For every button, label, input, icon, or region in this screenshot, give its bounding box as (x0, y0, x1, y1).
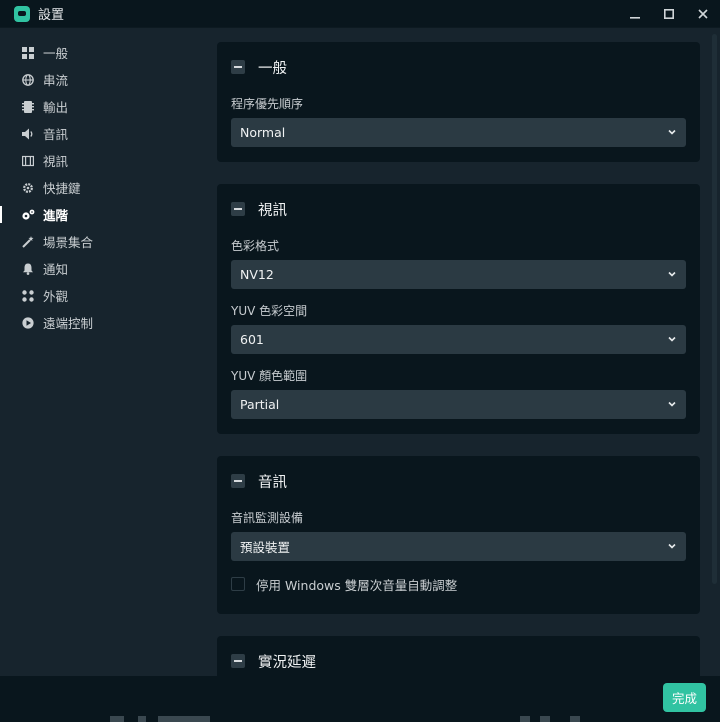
sidebar-item-label: 外觀 (43, 289, 69, 304)
chevron-down-icon (668, 271, 676, 277)
grid-icon (21, 46, 35, 60)
section-title: 音訊 (258, 474, 287, 491)
section-title: 一般 (258, 60, 287, 77)
sidebar-item-label: 一般 (43, 46, 69, 61)
select-value: 601 (240, 332, 264, 347)
section-header: 實況延遲 (217, 636, 700, 676)
window-title: 設置 (38, 8, 65, 23)
color-format-label: 色彩格式 (231, 239, 280, 253)
done-button[interactable]: 完成 (663, 683, 706, 712)
ducking-label: 停用 Windows 雙層次音量自動調整 (256, 577, 458, 593)
sidebar-item-label: 場景集合 (43, 235, 94, 250)
sidebar-item-remote-control[interactable]: 遠端控制 (0, 309, 200, 336)
sidebar-item-appearance[interactable]: 外觀 (0, 282, 200, 309)
globe-icon (21, 73, 35, 87)
select-value: NV12 (240, 267, 274, 282)
sidebar-item-notifications[interactable]: 通知 (0, 255, 200, 282)
maximize-button[interactable] (652, 0, 686, 28)
ducking-checkbox[interactable] (231, 577, 245, 591)
yuv-space-select[interactable]: 601 (231, 325, 686, 354)
background-window-strip (100, 716, 660, 722)
palette-icon (21, 289, 35, 303)
select-value: Partial (240, 397, 280, 412)
select-value: Normal (240, 125, 286, 140)
sidebar-item-scene-collections[interactable]: 場景集合 (0, 228, 200, 255)
output-icon (21, 100, 35, 114)
collapse-button[interactable] (231, 474, 245, 488)
sidebar-item-advanced[interactable]: 進階 (0, 201, 200, 228)
minimize-icon (630, 17, 640, 19)
yuv-range-select[interactable]: Partial (231, 390, 686, 419)
collapse-button[interactable] (231, 654, 245, 668)
film-icon (21, 154, 35, 168)
maximize-icon (664, 9, 674, 19)
chevron-down-icon (668, 336, 676, 342)
sidebar-item-label: 進階 (43, 208, 69, 223)
sidebar-item-hotkeys[interactable]: 快捷鍵 (0, 174, 200, 201)
scrollbar-thumb[interactable] (712, 34, 717, 584)
collapse-button[interactable] (231, 60, 245, 74)
sidebar-item-label: 遠端控制 (43, 316, 94, 331)
priority-select[interactable]: Normal (231, 118, 686, 147)
sidebar-item-general[interactable]: 一般 (0, 39, 200, 66)
monitor-device-select[interactable]: 預設裝置 (231, 532, 686, 561)
sidebar-item-label: 輸出 (43, 100, 69, 115)
cogs-icon (21, 208, 35, 222)
chevron-down-icon (668, 129, 676, 135)
title-bar: 設置 (0, 0, 720, 28)
monitor-device-label: 音訊監測設備 (231, 511, 304, 525)
section-header: 視訊 (217, 184, 700, 234)
ducking-option: 停用 Windows 雙層次音量自動調整 (217, 574, 700, 594)
section-header: 一般 (217, 42, 700, 92)
section-general: 一般 程序優先順序 Normal (217, 42, 700, 162)
scrollbar[interactable] (708, 28, 720, 676)
app-logo-icon (14, 5, 30, 22)
section-title: 視訊 (258, 202, 287, 219)
priority-label: 程序優先順序 (231, 97, 304, 111)
magic-wand-icon (21, 235, 35, 249)
section-header: 音訊 (217, 456, 700, 506)
bell-icon (21, 262, 35, 276)
sidebar-item-label: 通知 (43, 262, 69, 277)
select-value: 預設裝置 (240, 540, 291, 555)
close-button[interactable] (686, 0, 720, 28)
section-title: 實況延遲 (258, 654, 316, 671)
sidebar-item-label: 快捷鍵 (43, 181, 81, 196)
yuv-range-label: YUV 顏色範圍 (231, 369, 308, 383)
color-format-select[interactable]: NV12 (231, 260, 686, 289)
play-circle-icon (21, 316, 35, 330)
chevron-down-icon (668, 401, 676, 407)
sidebar-item-label: 視訊 (43, 154, 69, 169)
section-video: 視訊 色彩格式 NV12 YUV 色彩空間 601 YUV 顏色範圍 Parti… (217, 184, 700, 434)
minimize-button[interactable] (618, 0, 652, 28)
sidebar-item-output[interactable]: 輸出 (0, 93, 200, 120)
sidebar-item-label: 串流 (43, 73, 69, 88)
chevron-down-icon (668, 543, 676, 549)
speaker-icon (21, 127, 35, 141)
section-audio: 音訊 音訊監測設備 預設裝置 停用 Windows 雙層次音量自動調整 (217, 456, 700, 614)
sidebar-item-video[interactable]: 視訊 (0, 147, 200, 174)
collapse-button[interactable] (231, 202, 245, 216)
sidebar-item-stream[interactable]: 串流 (0, 66, 200, 93)
sidebar-item-audio[interactable]: 音訊 (0, 120, 200, 147)
gear-icon (21, 181, 35, 195)
yuv-space-label: YUV 色彩空間 (231, 304, 308, 318)
window-controls (618, 0, 720, 28)
close-icon (698, 9, 708, 19)
section-stream-delay: 實況延遲 (217, 636, 700, 676)
sidebar-item-label: 音訊 (43, 127, 69, 142)
settings-sidebar: 一般 串流 輸出 音訊 視訊 快捷鍵 進階 場景集合 通知 外觀 遠端控制 (0, 28, 200, 676)
settings-content: 一般 程序優先順序 Normal 視訊 色彩格式 NV12 YUV 色彩空間 6… (200, 28, 720, 676)
